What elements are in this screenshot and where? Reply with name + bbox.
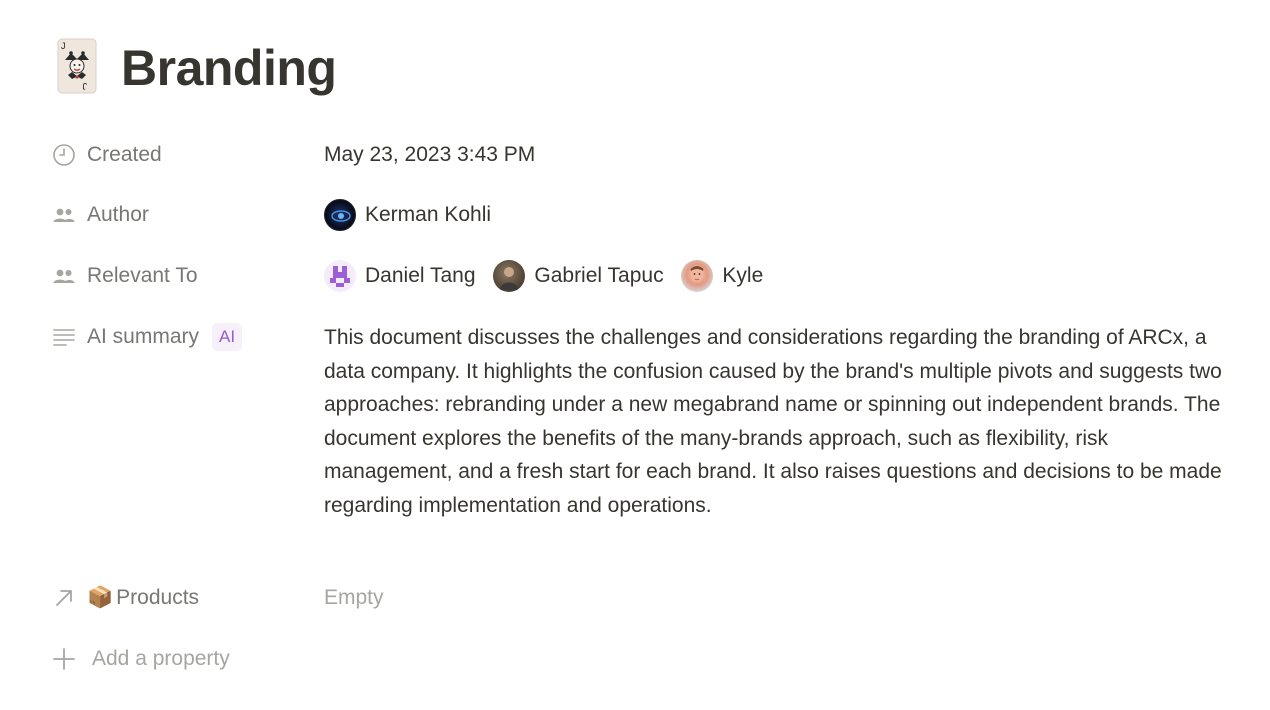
property-label-ai-summary[interactable]: AI summary AI: [52, 321, 243, 353]
person-chip[interactable]: Daniel Tang: [324, 260, 476, 292]
person-name: Kyle: [722, 264, 764, 287]
svg-text:J: J: [61, 41, 66, 51]
property-label-text: Author: [87, 203, 149, 226]
page: J J Branding Created May 23, 2023 3:43 P…: [0, 0, 1270, 710]
avatar: [324, 260, 356, 292]
package-emoji: 📦: [87, 586, 114, 609]
relevant-to-value[interactable]: Daniel Tang Gabriel Tapuc Kyle: [324, 260, 775, 302]
property-label-products[interactable]: 📦 Products: [52, 582, 199, 614]
ai-badge: AI: [212, 323, 243, 351]
person-name: Gabriel Tapuc: [534, 264, 664, 287]
property-label-text: Products: [116, 586, 200, 609]
person-chip[interactable]: Gabriel Tapuc: [493, 260, 664, 292]
property-label-text: AI summary: [87, 325, 200, 348]
author-value[interactable]: Kerman Kohli: [324, 199, 503, 241]
created-value[interactable]: May 23, 2023 3:43 PM: [324, 139, 535, 171]
arrow-up-right-icon: [52, 586, 76, 610]
property-label-text: Created: [87, 143, 162, 166]
property-label-author[interactable]: Author: [52, 199, 149, 231]
avatar: [681, 260, 714, 292]
text-lines-icon: [52, 325, 76, 349]
person-chip[interactable]: Kyle: [681, 260, 763, 292]
clock-icon: [52, 143, 76, 167]
add-property-label: Add a property: [92, 647, 230, 670]
avatar: [493, 260, 526, 292]
add-property-button[interactable]: Add a property: [52, 643, 230, 675]
person-chip[interactable]: Kerman Kohli: [324, 199, 491, 231]
page-title[interactable]: Branding: [121, 38, 337, 98]
person-name: Kerman Kohli: [365, 203, 492, 226]
property-label-created[interactable]: Created: [52, 139, 162, 171]
products-value[interactable]: Empty: [324, 582, 384, 614]
people-icon: [52, 264, 76, 288]
plus-icon: [52, 647, 76, 671]
property-label-text: Relevant To: [87, 264, 198, 287]
person-name: Daniel Tang: [365, 264, 476, 287]
joker-card-icon[interactable]: J J: [57, 38, 97, 94]
ai-summary-value[interactable]: This document discusses the challenges a…: [324, 321, 1224, 523]
avatar: [324, 199, 356, 231]
property-label-relevant-to[interactable]: Relevant To: [52, 260, 198, 292]
people-icon: [52, 203, 76, 227]
svg-text:J: J: [83, 81, 88, 91]
